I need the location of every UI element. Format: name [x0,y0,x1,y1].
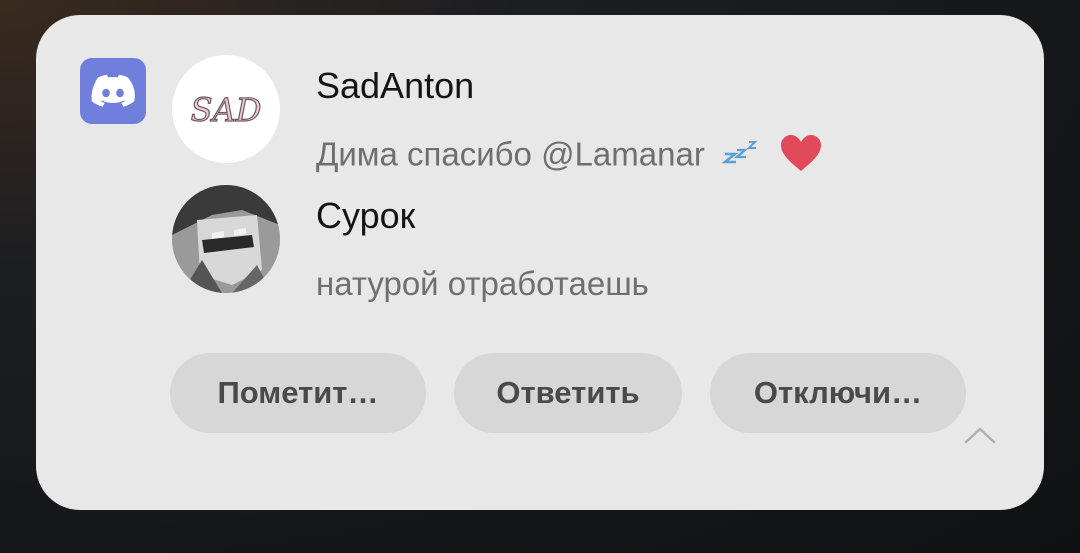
message-text: натурой отработаешь [316,265,649,302]
message-text-row: Дима спасибо @Lamanar [316,133,823,181]
mark-read-button[interactable]: Пометит… [170,353,426,433]
avatar-surok [172,185,280,293]
mute-button[interactable]: Отключи… [710,353,966,433]
message-author: Сурок [316,195,416,236]
chevron-up-icon[interactable] [962,423,998,447]
avatar-sad-text: SAD [191,91,262,129]
message-author: SadAnton [316,65,475,106]
notification-card[interactable]: SAD SadAnton Дима спасибо @Lamanar Сурок… [36,15,1044,510]
zzz-icon [721,138,762,176]
reply-button[interactable]: Ответить [454,353,682,433]
discord-icon [80,58,146,124]
heart-icon [779,133,823,181]
avatar-sadanton: SAD [172,55,280,163]
message-text: Дима спасибо @Lamanar [316,135,705,173]
